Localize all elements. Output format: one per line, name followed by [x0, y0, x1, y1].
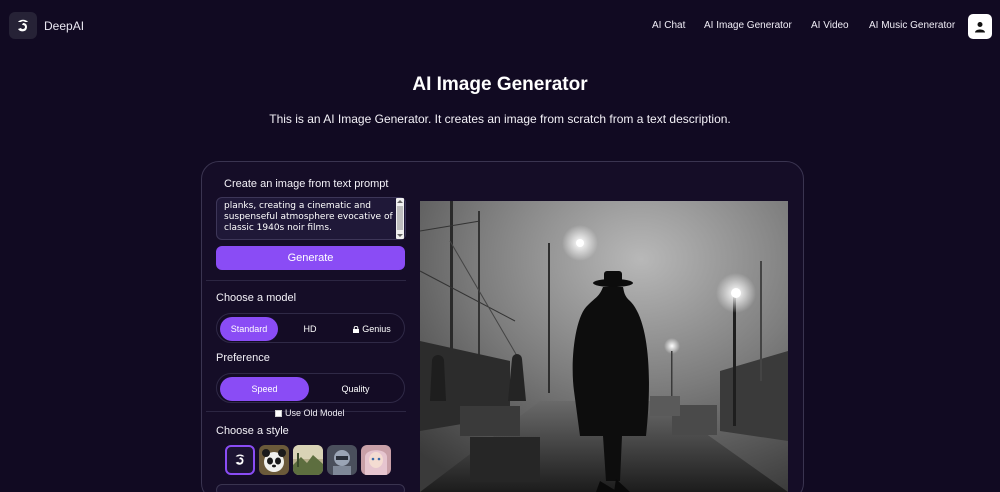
user-icon — [975, 21, 985, 32]
style-option-default[interactable] — [225, 445, 255, 475]
scroll-up-arrow-icon[interactable] — [397, 200, 403, 203]
brand-name[interactable]: DeepAI — [44, 19, 84, 33]
user-account-button[interactable] — [968, 14, 992, 39]
model-option-genius[interactable]: Genius — [343, 317, 401, 341]
generate-button[interactable]: Generate — [216, 246, 405, 270]
model-label: Choose a model — [216, 292, 297, 304]
model-selector: Standard HD Genius — [216, 313, 405, 343]
preference-option-speed[interactable]: Speed — [220, 377, 309, 401]
landscape-thumbnail — [293, 445, 323, 475]
style-label: Choose a style — [216, 425, 289, 437]
style-option-panda[interactable] — [259, 445, 289, 475]
use-old-model-checkbox[interactable] — [275, 409, 282, 417]
style-option-robot[interactable] — [327, 445, 357, 475]
style-option-anime-portrait[interactable] — [361, 445, 391, 475]
panda-thumbnail — [259, 445, 289, 475]
model-option-hd[interactable]: HD — [281, 317, 339, 341]
top-navigation: DeepAI AI Chat AI Image Generator AI Vid… — [0, 0, 1000, 52]
prompt-label: Create an image from text prompt — [224, 178, 389, 190]
style-option-landscape[interactable] — [293, 445, 323, 475]
deepai-logo-icon — [235, 454, 245, 465]
nav-ai-chat[interactable]: AI Chat — [652, 20, 685, 31]
lock-icon — [353, 326, 360, 333]
model-option-genius-label: Genius — [362, 324, 391, 334]
prompt-scrollbar[interactable] — [396, 198, 404, 239]
use-old-model-toggle[interactable]: Use Old Model — [275, 408, 345, 418]
page-title: AI Image Generator — [412, 74, 588, 95]
generated-image[interactable] — [420, 201, 788, 492]
style-search-field[interactable] — [216, 484, 405, 492]
preference-label: Preference — [216, 352, 270, 364]
robot-thumbnail — [327, 445, 357, 475]
prompt-textarea[interactable]: planks, creating a cinematic and suspens… — [216, 197, 406, 240]
anime-portrait-thumbnail — [361, 445, 391, 475]
scroll-down-arrow-icon[interactable] — [397, 234, 403, 237]
deepai-logo-icon[interactable] — [9, 12, 37, 39]
preference-option-quality[interactable]: Quality — [311, 377, 400, 401]
model-option-standard[interactable]: Standard — [220, 317, 278, 341]
scroll-thumb[interactable] — [397, 206, 403, 230]
nav-ai-video[interactable]: AI Video — [811, 20, 849, 31]
noir-image — [420, 201, 788, 492]
page-subtitle: This is an AI Image Generator. It create… — [269, 112, 731, 126]
divider — [206, 280, 406, 281]
use-old-model-label: Use Old Model — [285, 408, 345, 418]
nav-ai-image-generator[interactable]: AI Image Generator — [704, 20, 792, 31]
preference-selector: Speed Quality — [216, 373, 405, 403]
nav-ai-music-generator[interactable]: AI Music Generator — [869, 20, 955, 31]
